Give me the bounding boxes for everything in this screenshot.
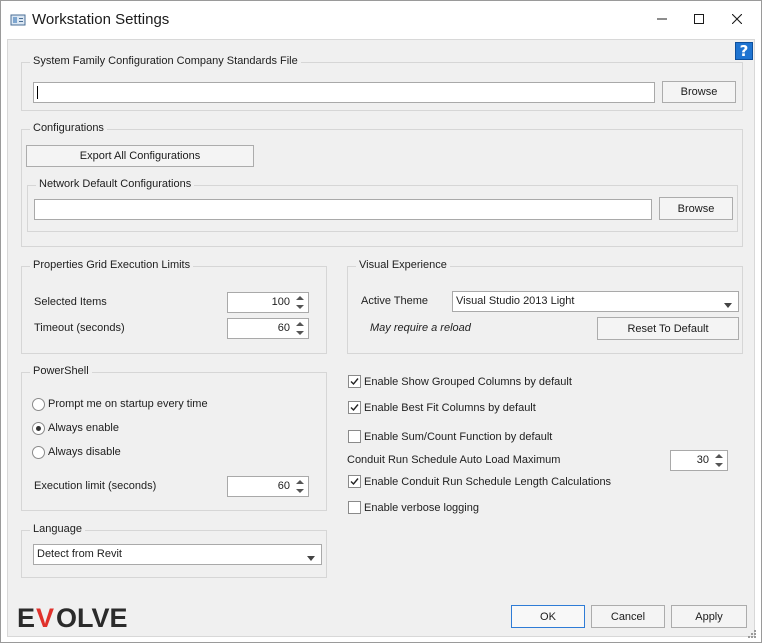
powershell-option-prompt-radio[interactable] (32, 398, 45, 411)
close-icon (731, 13, 743, 27)
spinner-arrows-icon[interactable] (713, 452, 725, 469)
powershell-option-enable-label[interactable]: Always enable (48, 422, 119, 434)
best-fit-label[interactable]: Enable Best Fit Columns by default (364, 402, 536, 414)
maximize-button[interactable] (682, 5, 716, 35)
title-bar: Workstation Settings (1, 1, 761, 39)
conduit-max-stepper[interactable]: 30 (670, 450, 728, 471)
svg-text:V: V (36, 603, 54, 631)
timeout-stepper[interactable]: 60 (227, 318, 309, 339)
export-all-configurations-button[interactable]: Export All Configurations (26, 145, 254, 167)
conduit-max-value: 30 (696, 454, 709, 466)
timeout-value: 60 (277, 322, 290, 334)
maximize-icon (694, 13, 704, 27)
powershell-option-disable-radio[interactable] (32, 446, 45, 459)
network-default-path-input[interactable] (34, 199, 652, 220)
verbose-logging-label[interactable]: Enable verbose logging (364, 502, 479, 514)
apply-label: Apply (695, 610, 723, 623)
visual-experience-group-label: Visual Experience (356, 259, 450, 271)
cancel-button[interactable]: Cancel (591, 605, 665, 628)
workstation-settings-window: Workstation Settings ? System Family Con… (0, 0, 762, 643)
network-default-browse-button[interactable]: Browse (659, 197, 733, 220)
svg-text:E: E (17, 603, 35, 631)
sum-count-label[interactable]: Enable Sum/Count Function by default (364, 431, 552, 443)
text-cursor (37, 86, 38, 99)
conduit-max-label: Conduit Run Schedule Auto Load Maximum (347, 454, 561, 466)
help-button[interactable]: ? (735, 42, 753, 60)
standards-file-group-label: System Family Configuration Company Stan… (30, 55, 301, 67)
conduit-calc-label[interactable]: Enable Conduit Run Schedule Length Calcu… (364, 476, 611, 488)
active-theme-value: Visual Studio 2013 Light (456, 295, 575, 307)
execution-limit-value: 60 (277, 480, 290, 492)
export-all-configurations-label: Export All Configurations (79, 150, 201, 162)
chevron-down-icon (724, 299, 732, 308)
resize-grip-icon[interactable] (747, 629, 757, 639)
selected-items-value: 100 (271, 296, 290, 308)
show-grouped-label[interactable]: Enable Show Grouped Columns by default (364, 376, 572, 388)
powershell-option-enable-radio[interactable] (32, 422, 45, 435)
cancel-label: Cancel (610, 610, 646, 623)
language-select[interactable]: Detect from Revit (33, 544, 322, 565)
verbose-logging-checkbox[interactable] (348, 501, 361, 514)
close-button[interactable] (720, 5, 754, 35)
reset-to-default-button[interactable]: Reset To Default (597, 317, 739, 340)
spinner-arrows-icon[interactable] (294, 478, 306, 495)
active-theme-select[interactable]: Visual Studio 2013 Light (452, 291, 739, 312)
ok-button[interactable]: OK (511, 605, 585, 628)
active-theme-label: Active Theme (361, 295, 429, 307)
check-icon (350, 404, 359, 412)
sum-count-checkbox[interactable] (348, 430, 361, 443)
language-group-label: Language (30, 523, 85, 535)
evolve-logo: E V OLVE (17, 603, 147, 634)
spinner-arrows-icon[interactable] (294, 320, 306, 337)
configurations-group-label: Configurations (30, 122, 107, 134)
standards-file-browse-button[interactable]: Browse (662, 81, 736, 103)
ok-label: OK (540, 610, 556, 623)
check-icon (350, 478, 359, 486)
radio-selected-dot (36, 426, 41, 431)
standards-file-browse-label: Browse (680, 86, 718, 98)
window-title: Workstation Settings (32, 11, 170, 28)
reload-note: May require a reload (370, 322, 471, 334)
show-grouped-checkbox[interactable] (348, 375, 361, 388)
reset-to-default-label: Reset To Default (627, 322, 709, 335)
execution-limit-stepper[interactable]: 60 (227, 476, 309, 497)
svg-text:OLVE: OLVE (56, 603, 128, 631)
selected-items-stepper[interactable]: 100 (227, 292, 309, 313)
best-fit-checkbox[interactable] (348, 401, 361, 414)
properties-grid-group-label: Properties Grid Execution Limits (30, 259, 194, 271)
apply-button[interactable]: Apply (671, 605, 747, 628)
language-value: Detect from Revit (37, 548, 122, 560)
powershell-group-label: PowerShell (30, 365, 92, 377)
minimize-button[interactable] (645, 5, 679, 35)
standards-file-path-input[interactable] (33, 82, 655, 103)
help-icon: ? (739, 41, 749, 60)
window-settings-icon (10, 12, 26, 28)
powershell-option-prompt-label[interactable]: Prompt me on startup every time (48, 398, 208, 410)
execution-limit-label: Execution limit (seconds) (34, 480, 157, 492)
check-icon (350, 378, 359, 386)
chevron-down-icon (307, 552, 315, 561)
network-default-browse-label: Browse (677, 202, 715, 215)
network-default-configurations-label: Network Default Configurations (36, 178, 195, 190)
minimize-icon (657, 14, 667, 27)
powershell-option-disable-label[interactable]: Always disable (48, 446, 121, 458)
conduit-calc-checkbox[interactable] (348, 475, 361, 488)
spinner-arrows-icon[interactable] (294, 294, 306, 311)
timeout-label: Timeout (seconds) (34, 322, 125, 334)
selected-items-label: Selected Items (34, 296, 107, 308)
